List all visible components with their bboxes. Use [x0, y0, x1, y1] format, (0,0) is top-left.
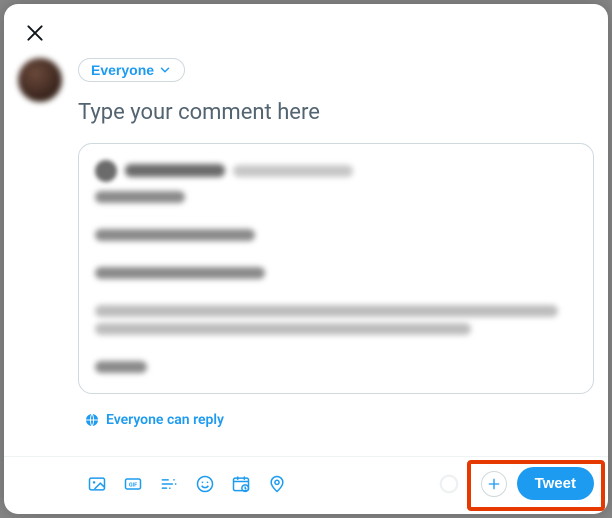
- emoji-icon: [195, 474, 215, 494]
- user-avatar[interactable]: [18, 58, 62, 102]
- image-icon: [87, 474, 107, 494]
- reply-settings-label: Everyone can reply: [106, 412, 224, 428]
- svg-text:GIF: GIF: [129, 482, 137, 488]
- audience-selector[interactable]: Everyone: [78, 58, 185, 82]
- gif-icon: GIF: [123, 474, 143, 494]
- compose-area: Everyone Type your comment here: [4, 50, 608, 456]
- poll-icon: [159, 474, 179, 494]
- add-thread-button[interactable]: [481, 471, 507, 497]
- close-icon: [25, 23, 45, 43]
- quoted-handle: [233, 165, 353, 177]
- compose-main: Everyone Type your comment here: [78, 58, 594, 456]
- quoted-tweet[interactable]: [78, 143, 594, 394]
- compose-toolbar: GIF Tweet: [4, 456, 608, 514]
- quoted-tweet-header: [95, 158, 577, 183]
- reply-settings[interactable]: Everyone can reply: [78, 408, 224, 436]
- close-button[interactable]: [18, 16, 52, 50]
- location-button[interactable]: [266, 473, 288, 495]
- toolbar-right: Tweet: [438, 467, 594, 500]
- quoted-line: [95, 361, 147, 373]
- media-button[interactable]: [86, 473, 108, 495]
- toolbar-left: GIF: [86, 473, 288, 495]
- tweet-button[interactable]: Tweet: [517, 467, 594, 500]
- audience-label: Everyone: [91, 62, 154, 78]
- quoted-line: [95, 229, 255, 241]
- emoji-button[interactable]: [194, 473, 216, 495]
- schedule-button[interactable]: [230, 473, 252, 495]
- quoted-line: [95, 323, 471, 335]
- schedule-icon: [231, 474, 251, 494]
- poll-button[interactable]: [158, 473, 180, 495]
- quoted-line: [95, 191, 185, 203]
- quoted-line: [95, 305, 558, 317]
- quoted-avatar: [95, 160, 117, 182]
- modal-header: [4, 4, 608, 50]
- plus-icon: [486, 476, 502, 492]
- gif-button[interactable]: GIF: [122, 473, 144, 495]
- quoted-username: [125, 164, 225, 177]
- tweet-text-input[interactable]: Type your comment here: [78, 100, 594, 125]
- toolbar-divider: [470, 469, 471, 499]
- chevron-down-icon: [158, 63, 172, 77]
- quoted-line: [95, 267, 265, 279]
- location-icon: [267, 474, 287, 494]
- globe-icon: [84, 412, 100, 428]
- compose-tweet-modal: Everyone Type your comment here: [4, 4, 608, 514]
- character-count-ring: [438, 473, 460, 495]
